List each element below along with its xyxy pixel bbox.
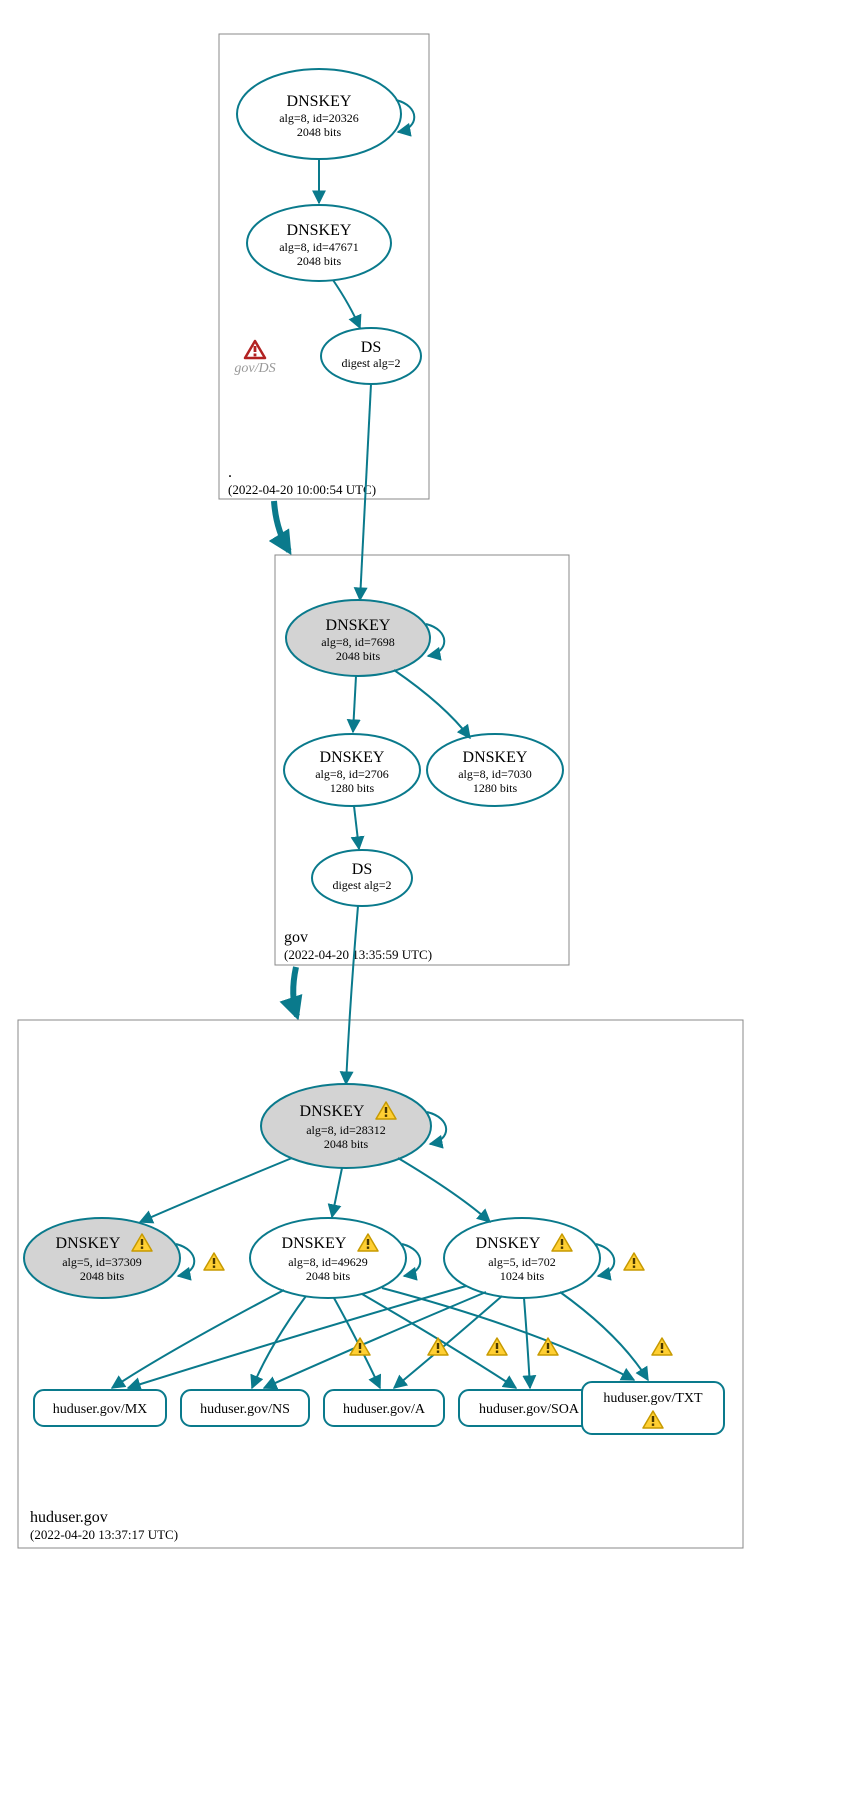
svg-text:1280 bits: 1280 bits bbox=[330, 781, 375, 795]
svg-text:alg=8, id=7030: alg=8, id=7030 bbox=[458, 767, 532, 781]
svg-text:DNSKEY: DNSKEY bbox=[463, 749, 528, 766]
node-gov-ds[interactable]: DS digest alg=2 bbox=[312, 850, 412, 906]
edge-root-zsk-ds bbox=[333, 280, 360, 328]
gov-ds-error[interactable]: gov/DS bbox=[234, 341, 275, 376]
svg-text:DNSKEY: DNSKEY bbox=[282, 1235, 347, 1252]
svg-text:2048 bits: 2048 bits bbox=[297, 254, 342, 268]
svg-text:DNSKEY: DNSKEY bbox=[476, 1235, 541, 1252]
svg-text:2048 bits: 2048 bits bbox=[297, 125, 342, 139]
edge-hud-ksk-k2 bbox=[332, 1168, 342, 1217]
svg-text:2048 bits: 2048 bits bbox=[324, 1137, 369, 1151]
svg-text:DS: DS bbox=[352, 861, 372, 878]
node-hud-ksk[interactable]: DNSKEY alg=8, id=28312 2048 bits bbox=[261, 1084, 431, 1168]
svg-text:DS: DS bbox=[361, 339, 381, 356]
warning-icon bbox=[204, 1253, 224, 1270]
node-hud-k3[interactable]: DNSKEY alg=5, id=702 1024 bits bbox=[444, 1218, 600, 1298]
svg-text:alg=5, id=37309: alg=5, id=37309 bbox=[62, 1255, 142, 1269]
svg-text:alg=8, id=2706: alg=8, id=2706 bbox=[315, 767, 389, 781]
edge-hud-ksk-k3 bbox=[398, 1158, 490, 1222]
svg-text:DNSKEY: DNSKEY bbox=[320, 749, 385, 766]
svg-text:huduser.gov/A: huduser.gov/A bbox=[343, 1402, 426, 1417]
svg-text:alg=5, id=702: alg=5, id=702 bbox=[488, 1255, 556, 1269]
svg-text:DNSKEY: DNSKEY bbox=[300, 1103, 365, 1120]
svg-text:1280 bits: 1280 bits bbox=[473, 781, 518, 795]
edge-gov-ksk-zsk1 bbox=[353, 676, 356, 732]
node-gov-zsk2[interactable]: DNSKEY alg=8, id=7030 1280 bits bbox=[427, 734, 563, 806]
svg-text:digest alg=2: digest alg=2 bbox=[332, 878, 391, 892]
node-rr-txt[interactable]: huduser.gov/TXT bbox=[582, 1382, 724, 1434]
warning-icon bbox=[538, 1338, 558, 1355]
edge-k3-soa bbox=[524, 1298, 530, 1388]
edge-gov-zsk1-ds bbox=[354, 806, 359, 849]
warning-icon bbox=[624, 1253, 644, 1270]
node-rr-a[interactable]: huduser.gov/A bbox=[324, 1390, 444, 1426]
node-gov-zsk1[interactable]: DNSKEY alg=8, id=2706 1280 bits bbox=[284, 734, 420, 806]
svg-text:huduser.gov/MX: huduser.gov/MX bbox=[53, 1402, 148, 1417]
edge-root-to-gov-zone bbox=[274, 501, 289, 551]
svg-text:DNSKEY: DNSKEY bbox=[56, 1235, 121, 1252]
svg-text:alg=8, id=20326: alg=8, id=20326 bbox=[279, 111, 359, 125]
edge-k3-txt bbox=[560, 1292, 648, 1380]
svg-text:1024 bits: 1024 bits bbox=[500, 1269, 545, 1283]
svg-text:huduser.gov/SOA: huduser.gov/SOA bbox=[479, 1402, 580, 1417]
svg-text:2048 bits: 2048 bits bbox=[80, 1269, 125, 1283]
svg-text:alg=8, id=7698: alg=8, id=7698 bbox=[321, 635, 395, 649]
zone-root-name: . bbox=[228, 464, 232, 481]
zone-gov-name: gov bbox=[284, 929, 308, 946]
svg-text:alg=8, id=49629: alg=8, id=49629 bbox=[288, 1255, 368, 1269]
zone-gov-time: (2022-04-20 13:35:59 UTC) bbox=[284, 947, 432, 962]
svg-text:huduser.gov/NS: huduser.gov/NS bbox=[200, 1402, 290, 1417]
edge-gov-ksk-zsk2 bbox=[394, 670, 470, 738]
svg-text:2048 bits: 2048 bits bbox=[306, 1269, 351, 1283]
svg-text:digest alg=2: digest alg=2 bbox=[341, 356, 400, 370]
svg-text:alg=8, id=47671: alg=8, id=47671 bbox=[279, 240, 359, 254]
node-root-ksk[interactable]: DNSKEY alg=8, id=20326 2048 bits bbox=[237, 69, 401, 159]
dnssec-diagram: . (2022-04-20 10:00:54 UTC) DNSKEY alg=8… bbox=[0, 0, 852, 1812]
svg-text:alg=8, id=28312: alg=8, id=28312 bbox=[306, 1123, 386, 1137]
node-root-zsk[interactable]: DNSKEY alg=8, id=47671 2048 bits bbox=[247, 205, 391, 281]
warning-icon bbox=[487, 1338, 507, 1355]
svg-text:2048 bits: 2048 bits bbox=[336, 649, 381, 663]
svg-text:gov/DS: gov/DS bbox=[234, 361, 275, 376]
edge-k3-a bbox=[394, 1296, 502, 1388]
node-gov-ksk[interactable]: DNSKEY alg=8, id=7698 2048 bits bbox=[286, 600, 430, 676]
svg-text:DNSKEY: DNSKEY bbox=[287, 93, 352, 110]
zone-root-time: (2022-04-20 10:00:54 UTC) bbox=[228, 482, 376, 497]
node-hud-k2[interactable]: DNSKEY alg=8, id=49629 2048 bits bbox=[250, 1218, 406, 1298]
warning-icon bbox=[428, 1338, 448, 1355]
node-rr-ns[interactable]: huduser.gov/NS bbox=[181, 1390, 309, 1426]
node-rr-mx[interactable]: huduser.gov/MX bbox=[34, 1390, 166, 1426]
edge-gov-ds-hud-ksk bbox=[346, 906, 358, 1084]
node-hud-k1[interactable]: DNSKEY alg=5, id=37309 2048 bits bbox=[24, 1218, 180, 1298]
svg-text:DNSKEY: DNSKEY bbox=[326, 617, 391, 634]
edge-gov-to-huduser-zone bbox=[293, 967, 297, 1016]
node-rr-soa[interactable]: huduser.gov/SOA bbox=[459, 1390, 599, 1426]
error-icon bbox=[245, 341, 265, 358]
svg-text:DNSKEY: DNSKEY bbox=[287, 222, 352, 239]
edge-hud-ksk-k1 bbox=[140, 1158, 292, 1222]
warning-icon bbox=[350, 1338, 370, 1355]
zone-huduser-time: (2022-04-20 13:37:17 UTC) bbox=[30, 1527, 178, 1542]
svg-text:huduser.gov/TXT: huduser.gov/TXT bbox=[603, 1391, 703, 1406]
zone-huduser-name: huduser.gov bbox=[30, 1509, 108, 1526]
warning-icon bbox=[652, 1338, 672, 1355]
node-root-ds[interactable]: DS digest alg=2 bbox=[321, 328, 421, 384]
